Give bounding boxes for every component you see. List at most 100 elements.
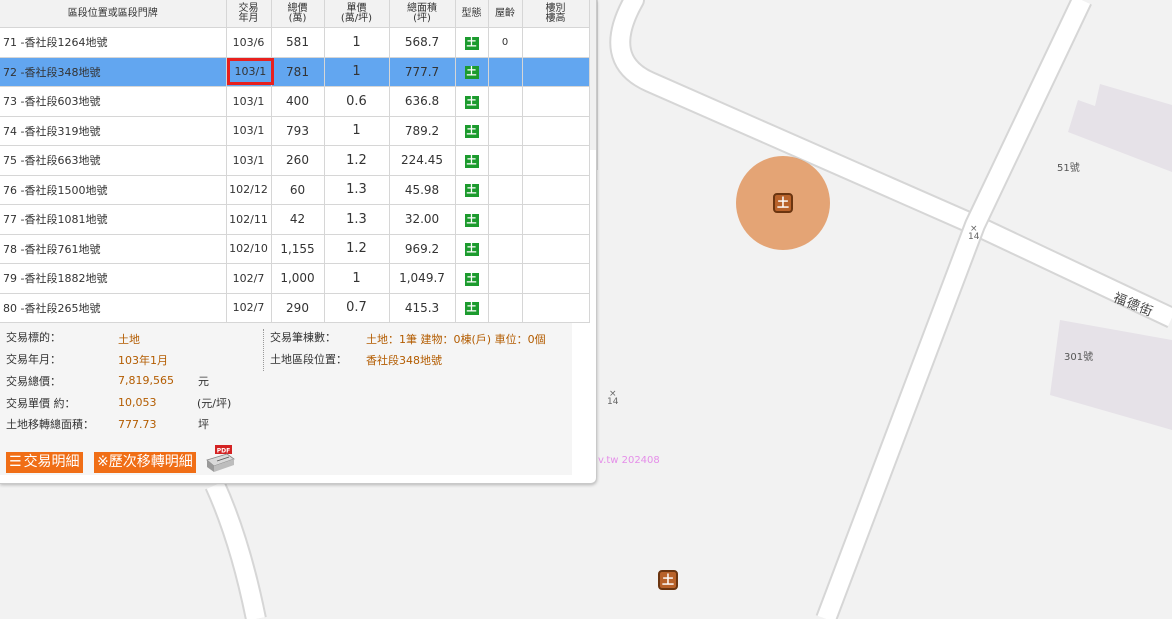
detail-divider bbox=[263, 329, 264, 371]
row-number: 72 bbox=[3, 65, 17, 79]
year-month-value: 102/10 bbox=[229, 242, 268, 256]
age-cell bbox=[488, 234, 523, 264]
location-cell: 73 -香社段603地號 bbox=[0, 86, 227, 117]
col-area[interactable]: 總面積 (坪) bbox=[389, 0, 456, 28]
type-cell: 土 bbox=[455, 57, 489, 87]
table-row[interactable]: 76 -香社段1500地號 102/12 60 1.3 45.98 土 bbox=[0, 175, 590, 205]
unit-price-cell: 1 bbox=[324, 263, 390, 294]
total-price-cell: 260 bbox=[271, 145, 325, 176]
col-total-price[interactable]: 總價 (萬) bbox=[271, 0, 325, 28]
location-cell: 78 -香社段761地號 bbox=[0, 234, 227, 264]
total-price-cell: 1,155 bbox=[271, 234, 325, 264]
unit-price-cell: 1.3 bbox=[324, 175, 390, 205]
year-month-value: 103/6 bbox=[232, 35, 265, 49]
detail-count-value: 土地：1筆 建物：0棟(戶) 車位：0個 bbox=[366, 333, 546, 346]
year-month-value: 102/12 bbox=[229, 183, 268, 197]
detail-count-label: 交易筆棟數： bbox=[270, 331, 336, 344]
floor-cell bbox=[522, 145, 590, 176]
land-type-icon: 土 bbox=[464, 95, 479, 109]
unit-price-cell: 1 bbox=[324, 116, 390, 146]
location-cell: 80 -香社段265地號 bbox=[0, 293, 227, 323]
age-cell bbox=[488, 175, 523, 205]
area-cell: 32.00 bbox=[389, 204, 456, 235]
location-cell: 75 -香社段663地號 bbox=[0, 145, 227, 176]
type-cell: 土 bbox=[455, 86, 489, 117]
floor-cell bbox=[522, 57, 590, 87]
year-month-cell: 102/10 bbox=[226, 234, 272, 264]
type-cell: 土 bbox=[455, 293, 489, 323]
location-text: -香社段1264地號 bbox=[20, 36, 108, 50]
detail-unit-label: 交易單價 約： bbox=[6, 397, 76, 410]
type-cell: 土 bbox=[455, 263, 489, 294]
year-month-cell: 103/1 bbox=[226, 57, 275, 87]
col-location[interactable]: 區段位置或區段門牌 bbox=[0, 0, 227, 28]
area-cell: 568.7 bbox=[389, 27, 456, 58]
table-header: 區段位置或區段門牌 交易 年月 總價 (萬) 單價 (萬/坪) 總面積 (坪) 型態 屋… bbox=[0, 0, 590, 28]
year-month-value: 103/1 bbox=[232, 124, 265, 138]
detail-area-label: 土地移轉總面積： bbox=[6, 418, 94, 431]
area-cell: 789.2 bbox=[389, 116, 456, 146]
total-price-cell: 290 bbox=[271, 293, 325, 323]
table-row[interactable]: 74 -香社段319地號 103/1 793 1 789.2 土 bbox=[0, 116, 590, 146]
col-type[interactable]: 型態 bbox=[455, 0, 489, 28]
row-number: 74 bbox=[3, 124, 17, 138]
land-type-icon: 土 bbox=[464, 272, 479, 286]
type-cell: 土 bbox=[455, 116, 489, 146]
age-cell bbox=[488, 86, 523, 117]
age-cell bbox=[488, 145, 523, 176]
total-price-cell: 42 bbox=[271, 204, 325, 235]
land-marker-icon[interactable]: 土 bbox=[773, 193, 793, 213]
floor-cell bbox=[522, 234, 590, 264]
unit-price-cell: 1.2 bbox=[324, 234, 390, 264]
table-row[interactable]: 79 -香社段1882地號 102/7 1,000 1 1,049.7 土 bbox=[0, 263, 590, 294]
location-cell: 76 -香社段1500地號 bbox=[0, 175, 227, 205]
year-month-cell: 102/7 bbox=[226, 263, 272, 294]
age-cell bbox=[488, 293, 523, 323]
table-row[interactable]: 77 -香社段1081地號 102/11 42 1.3 32.00 土 bbox=[0, 204, 590, 235]
location-cell: 77 -香社段1081地號 bbox=[0, 204, 227, 235]
col-year-month[interactable]: 交易 年月 bbox=[226, 0, 272, 28]
age-cell: 0 bbox=[488, 27, 523, 58]
table-row[interactable]: 73 -香社段603地號 103/1 400 0.6 636.8 土 bbox=[0, 86, 590, 117]
transaction-panel: 區段位置或區段門牌 交易 年月 總價 (萬) 單價 (萬/坪) 總面積 (坪) 型態 屋… bbox=[0, 0, 597, 484]
land-type-icon: 土 bbox=[464, 125, 479, 139]
detail-area-unit: 坪 bbox=[198, 418, 209, 431]
year-month-cell: 103/1 bbox=[226, 145, 272, 176]
col-unit-price[interactable]: 單價 (萬/坪) bbox=[324, 0, 390, 28]
detail-position-value: 香社段348地號 bbox=[366, 354, 442, 367]
land-type-icon: 土 bbox=[464, 302, 479, 316]
location-text: -香社段1882地號 bbox=[20, 272, 108, 286]
table-row[interactable]: 75 -香社段663地號 103/1 260 1.2 224.45 土 bbox=[0, 145, 590, 176]
year-month-cell: 103/6 bbox=[226, 27, 272, 58]
history-transfer-button[interactable]: ※歷次移轉明細 bbox=[94, 452, 196, 473]
detail-position-label: 土地區段位置： bbox=[270, 353, 347, 366]
year-month-cell: 102/11 bbox=[226, 204, 272, 235]
area-cell: 969.2 bbox=[389, 234, 456, 264]
row-number: 75 bbox=[3, 154, 17, 168]
location-cell: 74 -香社段319地號 bbox=[0, 116, 227, 146]
col-age[interactable]: 屋齡 bbox=[488, 0, 523, 28]
location-text: -香社段348地號 bbox=[20, 65, 101, 79]
location-text: -香社段265地號 bbox=[20, 301, 101, 315]
land-marker-icon[interactable]: 土 bbox=[658, 570, 678, 590]
location-text: -香社段761地號 bbox=[20, 242, 101, 256]
year-month-value: 102/11 bbox=[229, 212, 268, 226]
year-month-value: 102/7 bbox=[232, 271, 265, 285]
floor-cell bbox=[522, 204, 590, 235]
table-row[interactable]: 72 -香社段348地號 103/1 781 1 777.7 土 bbox=[0, 57, 590, 87]
row-number: 80 bbox=[3, 301, 17, 315]
row-number: 76 bbox=[3, 183, 17, 197]
land-type-icon: 土 bbox=[464, 66, 479, 80]
table-row[interactable]: 71 -香社段1264地號 103/6 581 1 568.7 土 0 bbox=[0, 27, 590, 58]
pdf-print-icon[interactable]: PDF bbox=[205, 445, 235, 473]
table-row[interactable]: 80 -香社段265地號 102/7 290 0.7 415.3 土 bbox=[0, 293, 590, 323]
unit-price-cell: 1 bbox=[324, 27, 390, 58]
table-row[interactable]: 78 -香社段761地號 102/10 1,155 1.2 969.2 土 bbox=[0, 234, 590, 264]
area-cell: 45.98 bbox=[389, 175, 456, 205]
panel-scrollbar[interactable] bbox=[589, 0, 596, 150]
age-cell bbox=[488, 116, 523, 146]
transaction-detail-button[interactable]: ☰ 交易明細 bbox=[6, 452, 83, 473]
address-label-301: 301號 bbox=[1064, 352, 1094, 363]
floor-cell bbox=[522, 263, 590, 294]
col-floor[interactable]: 樓別 樓高 bbox=[522, 0, 590, 28]
